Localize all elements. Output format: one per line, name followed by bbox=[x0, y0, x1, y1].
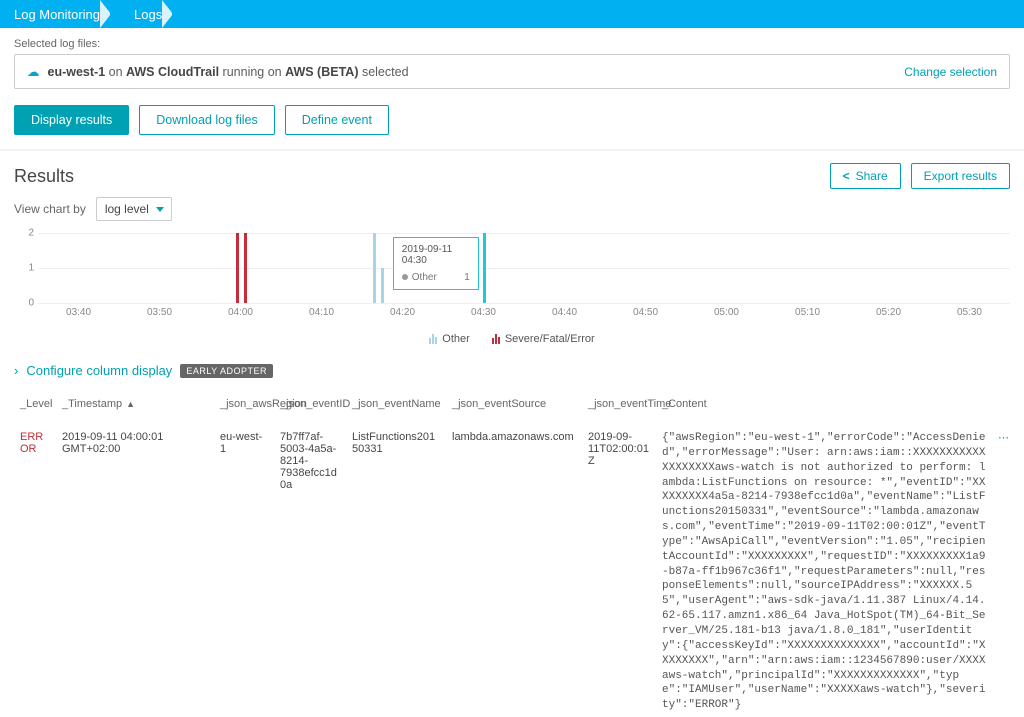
cell-level: ERROR bbox=[14, 427, 56, 459]
legend-item-other[interactable]: Other bbox=[429, 333, 470, 345]
x-tick: 05:10 bbox=[795, 307, 820, 318]
legend-label: Severe/Fatal/Error bbox=[505, 333, 595, 345]
y-tick: 1 bbox=[28, 263, 34, 274]
chart-bar-other[interactable] bbox=[381, 268, 384, 303]
cell-event-id: 7b7ff7af-5003-4a5a-8214-7938efcc1d0a bbox=[274, 427, 346, 495]
breadcrumb-separator bbox=[110, 0, 120, 28]
col-level[interactable]: _Level bbox=[14, 394, 56, 414]
sel-platform: AWS (BETA) bbox=[285, 65, 358, 79]
tooltip-series-label: Other bbox=[412, 272, 437, 283]
x-tick: 04:20 bbox=[390, 307, 415, 318]
legend-label: Other bbox=[442, 333, 470, 345]
chart-bar-other[interactable] bbox=[373, 233, 376, 303]
results-header: Results Share Export results bbox=[0, 151, 1024, 197]
col-event-time[interactable]: _json_eventTime bbox=[582, 394, 656, 414]
x-tick: 04:30 bbox=[471, 307, 496, 318]
chart-x-axis: 03:40 03:50 04:00 04:10 04:20 04:30 04:4… bbox=[38, 305, 1010, 321]
x-tick: 04:40 bbox=[552, 307, 577, 318]
x-tick: 04:10 bbox=[309, 307, 334, 318]
define-event-button[interactable]: Define event bbox=[285, 105, 389, 135]
x-tick: 04:00 bbox=[228, 307, 253, 318]
chart: 0 1 2 2019-09-11 04:30 Other 1 03:40 03:… bbox=[14, 233, 1010, 321]
col-content[interactable]: _Content bbox=[656, 394, 992, 414]
sel-service: AWS CloudTrail bbox=[126, 65, 219, 79]
chevron-right-icon: › bbox=[14, 363, 18, 378]
download-log-files-button[interactable]: Download log files bbox=[139, 105, 274, 135]
x-tick: 04:50 bbox=[633, 307, 658, 318]
view-chart-by-label: View chart by bbox=[14, 202, 86, 216]
x-tick: 03:50 bbox=[147, 307, 172, 318]
table-header: _Level _Timestamp▲ _json_awsRegion _json… bbox=[14, 388, 1010, 421]
share-icon bbox=[843, 169, 850, 183]
action-row: Display results Download log files Defin… bbox=[0, 99, 1024, 151]
row-actions-icon[interactable]: ⋯ bbox=[992, 427, 1010, 448]
configure-label: Configure column display bbox=[26, 363, 172, 378]
x-tick: 05:30 bbox=[957, 307, 982, 318]
x-tick: 05:20 bbox=[876, 307, 901, 318]
cell-event-time: 2019-09-11T02:00:01Z bbox=[582, 427, 656, 471]
change-selection-link[interactable]: Change selection bbox=[904, 65, 997, 79]
chart-legend: Other Severe/Fatal/Error bbox=[0, 325, 1024, 359]
y-tick: 2 bbox=[28, 228, 34, 239]
col-timestamp[interactable]: _Timestamp▲ bbox=[56, 394, 214, 414]
y-tick: 0 bbox=[28, 298, 34, 309]
col-event-id[interactable]: _json_eventID bbox=[274, 394, 346, 414]
col-event-source[interactable]: _json_eventSource bbox=[446, 394, 582, 414]
log-table: _Level _Timestamp▲ _json_awsRegion _json… bbox=[0, 388, 1024, 717]
selected-log-files-section: Selected log files: ☁ eu-west-1 on AWS C… bbox=[0, 28, 1024, 99]
cell-timestamp: 2019-09-11 04:00:01 GMT+02:00 bbox=[56, 427, 214, 459]
configure-column-display[interactable]: › Configure column display EARLY ADOPTER bbox=[0, 359, 1024, 388]
cell-event-source: lambda.amazonaws.com bbox=[446, 427, 582, 447]
view-chart-by-row: View chart by log level bbox=[0, 197, 1024, 227]
sort-asc-icon: ▲ bbox=[126, 399, 135, 409]
chart-plot[interactable]: 2019-09-11 04:30 Other 1 bbox=[38, 233, 1010, 303]
cell-event-name: ListFunctions20150331 bbox=[346, 427, 446, 459]
selected-log-file-text: ☁ eu-west-1 on AWS CloudTrail running on… bbox=[27, 64, 409, 79]
selected-log-files-label: Selected log files: bbox=[14, 38, 1010, 50]
view-chart-by-select[interactable]: log level bbox=[96, 197, 172, 221]
table-row[interactable]: ERROR 2019-09-11 04:00:01 GMT+02:00 eu-w… bbox=[14, 421, 1010, 717]
x-tick: 05:00 bbox=[714, 307, 739, 318]
x-tick: 03:40 bbox=[66, 307, 91, 318]
chart-bar-hover[interactable] bbox=[483, 233, 486, 303]
chart-bar-severe[interactable] bbox=[244, 233, 247, 303]
breadcrumb-item[interactable]: Log Monitoring bbox=[0, 0, 110, 28]
selected-log-files-box: ☁ eu-west-1 on AWS CloudTrail running on… bbox=[14, 54, 1010, 89]
col-event-name[interactable]: _json_eventName bbox=[346, 394, 446, 414]
cell-region: eu-west-1 bbox=[214, 427, 274, 459]
tooltip-value: 1 bbox=[464, 272, 470, 283]
results-title: Results bbox=[14, 166, 74, 187]
chart-y-axis: 0 1 2 bbox=[14, 233, 38, 303]
legend-swatch-icon bbox=[492, 334, 500, 344]
export-results-button[interactable]: Export results bbox=[911, 163, 1010, 189]
col-aws-region[interactable]: _json_awsRegion bbox=[214, 394, 274, 414]
breadcrumb: Log Monitoring Logs bbox=[0, 0, 1024, 28]
share-button[interactable]: Share bbox=[830, 163, 901, 189]
breadcrumb-separator bbox=[172, 0, 182, 28]
legend-item-severe[interactable]: Severe/Fatal/Error bbox=[492, 333, 595, 345]
breadcrumb-label: Log Monitoring bbox=[0, 7, 110, 22]
display-results-button[interactable]: Display results bbox=[14, 105, 129, 135]
log-file-icon: ☁ bbox=[27, 64, 40, 79]
cell-content: {"awsRegion":"eu-west-1","errorCode":"Ac… bbox=[656, 427, 992, 717]
chart-bar-severe[interactable] bbox=[236, 233, 239, 303]
chart-tooltip: 2019-09-11 04:30 Other 1 bbox=[393, 237, 479, 290]
sel-region: eu-west-1 bbox=[48, 65, 106, 79]
tooltip-dot-icon bbox=[402, 274, 408, 280]
tooltip-title: 2019-09-11 04:30 bbox=[402, 244, 470, 266]
early-adopter-badge: EARLY ADOPTER bbox=[180, 364, 273, 378]
legend-swatch-icon bbox=[429, 334, 437, 344]
